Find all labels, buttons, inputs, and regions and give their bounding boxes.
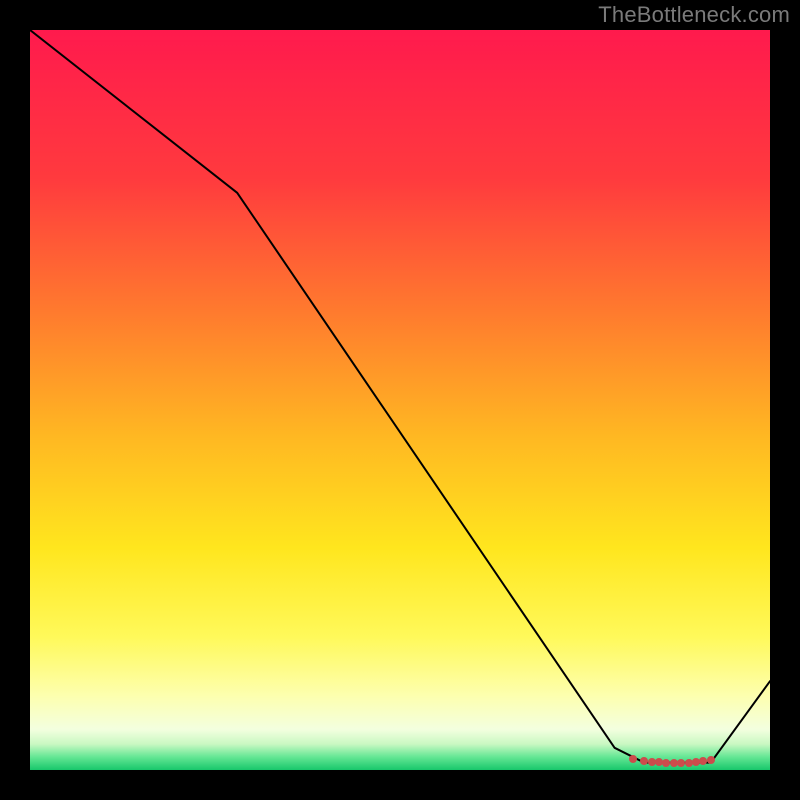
bottleneck-curve <box>30 30 770 763</box>
optimal-marker <box>629 755 637 763</box>
attribution-text: TheBottleneck.com <box>598 2 790 28</box>
curve-layer <box>30 30 770 770</box>
chart-frame: TheBottleneck.com <box>0 0 800 800</box>
optimal-marker <box>707 756 715 764</box>
plot-area <box>30 30 770 770</box>
